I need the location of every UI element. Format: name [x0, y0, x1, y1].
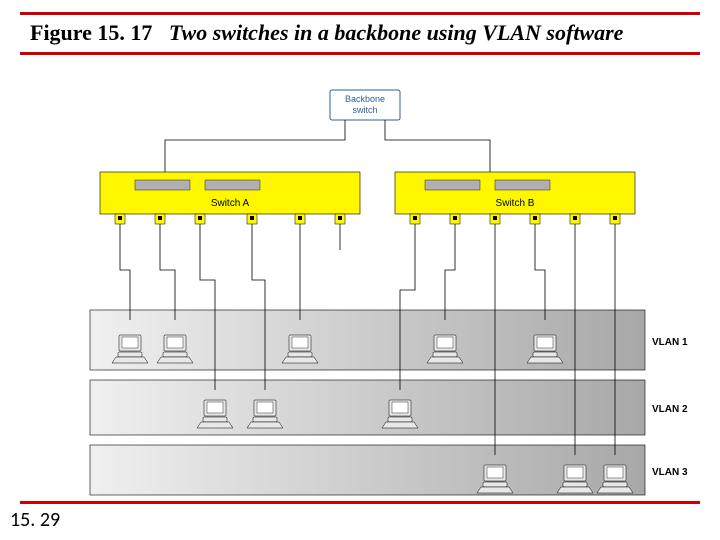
backbone-label1: Backbone: [345, 94, 385, 104]
vlan1-label: VLAN 1: [652, 337, 688, 348]
backbone-label2: switch: [352, 105, 377, 115]
vlan3-label: VLAN 3: [652, 467, 688, 478]
switch-a-label: Switch A: [211, 198, 250, 209]
diagram: VLAN 1 VLAN 2 VLAN 3 Backbone switch Swi…: [0, 0, 720, 540]
switch-b: Switch B: [395, 172, 635, 224]
switch-b-label: Switch B: [496, 198, 535, 209]
backbone-switch: Backbone switch: [330, 90, 400, 120]
switch-a: Switch A: [100, 172, 360, 224]
vlan2-label: VLAN 2: [652, 404, 688, 415]
